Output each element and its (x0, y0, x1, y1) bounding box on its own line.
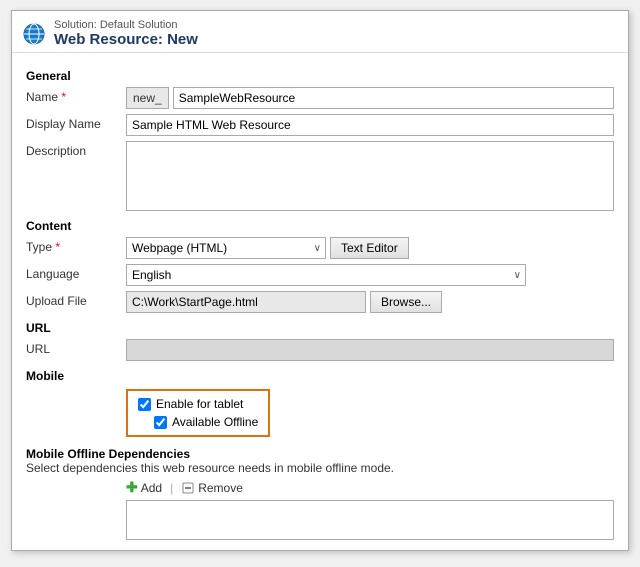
add-label: Add (141, 481, 162, 495)
add-icon: ✚ (126, 479, 138, 496)
language-control: English French German (126, 264, 614, 286)
language-select-wrapper: English French German (126, 264, 526, 286)
display-name-label: Display Name (26, 114, 126, 131)
url-control (126, 339, 614, 361)
separator: | (170, 481, 173, 495)
mobile-deps-label: Mobile Offline Dependencies (26, 447, 614, 461)
enable-tablet-label: Enable for tablet (156, 397, 243, 411)
type-required: * (55, 240, 60, 254)
url-display (126, 339, 614, 361)
language-select[interactable]: English French German (126, 264, 526, 286)
language-row: Language English French German (26, 264, 614, 286)
solution-label: Solution: Default Solution (54, 19, 198, 31)
available-offline-label: Available Offline (172, 415, 258, 429)
deps-list (126, 500, 614, 540)
globe-icon (22, 22, 46, 46)
enable-tablet-row: Enable for tablet (138, 397, 258, 411)
name-input[interactable] (173, 87, 614, 109)
mobile-checkbox-box: Enable for tablet Available Offline (126, 389, 270, 437)
main-window: Solution: Default Solution Web Resource:… (11, 10, 629, 551)
upload-row: Upload File Browse... (26, 291, 614, 313)
upload-control: Browse... (126, 291, 614, 313)
window-header: Solution: Default Solution Web Resource:… (12, 11, 628, 53)
header-text: Solution: Default Solution Web Resource:… (54, 19, 198, 48)
type-label: Type * (26, 237, 126, 254)
display-name-row: Display Name (26, 114, 614, 136)
description-label: Description (26, 141, 126, 158)
type-select[interactable]: Webpage (HTML) Script (JScript) Style Sh… (126, 237, 326, 259)
upload-path-input[interactable] (126, 291, 366, 313)
type-select-wrapper: Webpage (HTML) Script (JScript) Style Sh… (126, 237, 326, 259)
description-control (126, 141, 614, 211)
add-button[interactable]: ✚ Add (126, 479, 162, 496)
url-label: URL (26, 339, 126, 356)
available-offline-checkbox[interactable] (154, 416, 167, 429)
description-row: Description (26, 141, 614, 211)
upload-label: Upload File (26, 291, 126, 308)
deps-toolbar: ✚ Add | Remove (126, 479, 614, 496)
enable-tablet-checkbox[interactable] (138, 398, 151, 411)
name-required: * (61, 90, 66, 104)
name-prefix: new_ (126, 87, 169, 109)
name-row: Name * new_ (26, 87, 614, 109)
url-section-label: URL (26, 321, 614, 335)
language-label: Language (26, 264, 126, 281)
browse-button[interactable]: Browse... (370, 291, 442, 313)
mobile-section-label: Mobile (26, 369, 614, 383)
display-name-input[interactable] (126, 114, 614, 136)
remove-button[interactable]: Remove (181, 481, 243, 495)
remove-label: Remove (198, 481, 243, 495)
form-body: General Name * new_ Display Name Descrip… (12, 53, 628, 550)
mobile-deps-desc: Select dependencies this web resource ne… (26, 461, 614, 475)
general-section-label: General (26, 69, 614, 83)
available-offline-row: Available Offline (154, 415, 258, 429)
name-control-area: new_ (126, 87, 614, 109)
name-label: Name * (26, 87, 126, 104)
page-title: Web Resource: New (54, 31, 198, 48)
type-control: Webpage (HTML) Script (JScript) Style Sh… (126, 237, 614, 259)
text-editor-button[interactable]: Text Editor (330, 237, 409, 259)
display-name-control (126, 114, 614, 136)
mobile-deps-section: Mobile Offline Dependencies Select depen… (26, 447, 614, 540)
url-row: URL (26, 339, 614, 361)
description-textarea[interactable] (126, 141, 614, 211)
content-section-label: Content (26, 219, 614, 233)
remove-icon (181, 481, 195, 495)
type-row: Type * Webpage (HTML) Script (JScript) S… (26, 237, 614, 259)
